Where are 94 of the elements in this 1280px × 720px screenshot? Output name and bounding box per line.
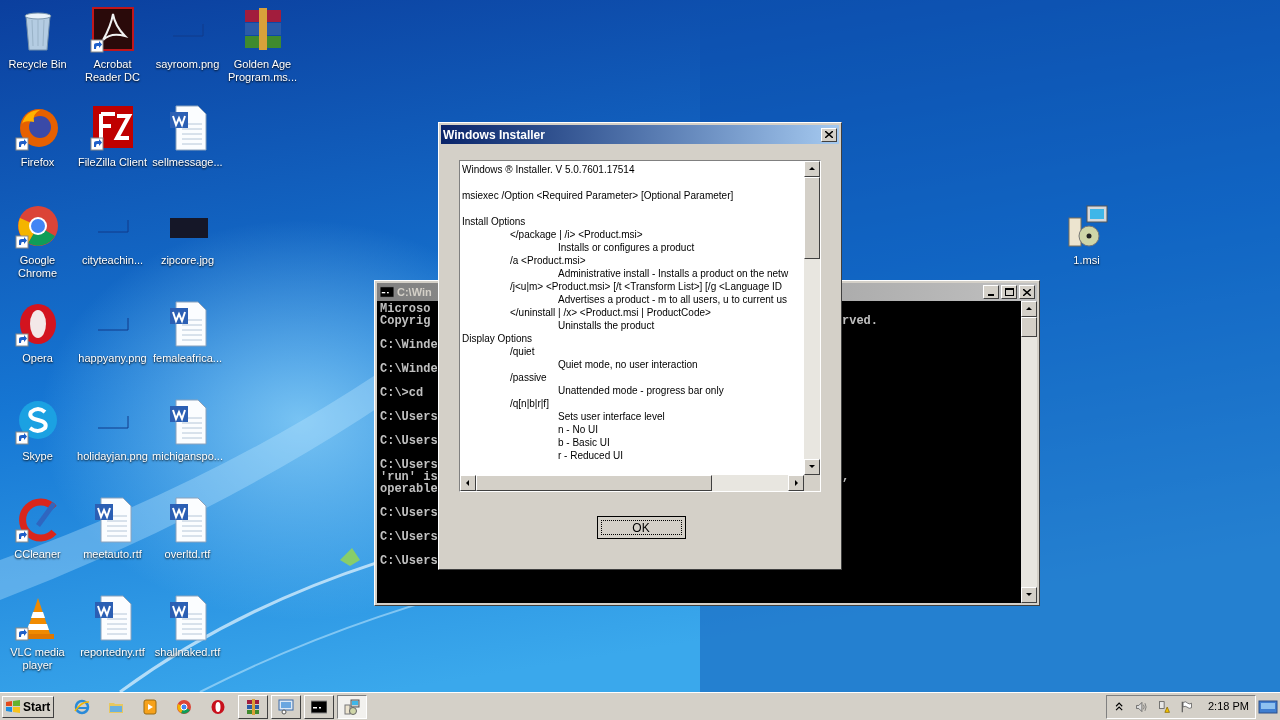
icon-label[interactable]: sayroom.png [155,58,220,71]
help-text-line: Quiet mode, no user interaction [557,358,699,371]
icon-label[interactable]: Acrobat Reader DC [75,58,150,84]
scroll-down-button[interactable] [1021,587,1037,603]
help-text-line: Windows ® Installer. V 5.0.7601.17514 [462,163,636,176]
scroll-thumb[interactable] [476,475,712,491]
start-button[interactable]: Start [2,695,54,718]
help-text-line: </uninstall | /x> <Product.msi | ProductCode> [509,306,712,319]
scroll-thumb[interactable] [804,177,820,259]
help-text-line: Unattended mode - progress bar only [557,384,725,397]
console-line: Microso [380,303,432,315]
clock[interactable]: 2:18 PM [1202,698,1249,715]
help-text-line: b - Basic UI [557,436,611,449]
command-prompt-icon [311,698,327,715]
help-text-line: /j<u|m> <Product.msi> [/t <Transform List>] [/g <Language ID [509,280,784,293]
maximize-icon [1004,288,1014,296]
show-desktop-icon[interactable] [1258,698,1278,715]
help-text-line: Sets user interface level [557,410,666,423]
help-text-line: r - Reduced UI [557,449,625,462]
help-text-line: /q[n|b|r|f] [509,397,550,410]
console-line: C:\Winde [380,363,439,375]
help-text-line: Advertises a product - m to all users, u to current us [557,293,788,306]
icon-label[interactable]: zipcore.jpg [160,254,215,267]
help-text-line: Display Options [462,332,534,345]
help-text-line: msiexec /Option <Required Parameter> [Optional Parameter] [462,189,735,202]
console-line: Copyrig [380,315,432,327]
console-line: C:\Winde [380,339,439,351]
icon-label[interactable]: Skype [22,450,53,463]
scroll-right-button[interactable] [788,475,804,491]
vertical-scrollbar[interactable] [804,161,820,475]
console-line: C:\Users [380,507,439,519]
icon-label[interactable]: cityteachin... [81,254,144,267]
console-line: C:\Users [380,411,439,423]
icon-label[interactable]: meetauto.rtf [83,548,142,561]
windows-logo-icon [5,699,21,714]
icon-label[interactable]: Firefox [20,156,55,169]
installer-package-icon [344,698,360,715]
minimize-icon [988,294,994,296]
icon-label[interactable]: Google Chrome [0,254,75,280]
close-icon [1023,288,1031,296]
help-text-line: Uninstalls the product [557,319,656,332]
console-line: rved. [842,315,878,327]
monitor-icon [278,698,294,715]
dialog-title: Windows Installer [443,126,545,144]
icon-label[interactable]: FileZilla Client [77,156,148,169]
command-prompt-icon [379,285,395,299]
icon-label[interactable]: overltd.rtf [164,548,211,561]
help-text-line: Installs or configures a product [557,241,696,254]
help-text-line: Administrative install - Installs a product on the netw [557,267,790,280]
icon-label[interactable]: sellmessage... [152,156,223,169]
flag-icon[interactable] [1179,698,1192,715]
maximize-button[interactable] [1001,285,1017,299]
icon-label[interactable]: reportedny.rtf [80,646,145,659]
vertical-scrollbar[interactable] [1021,301,1037,603]
icon-label[interactable]: Golden Age Program.ms... [225,58,300,84]
opera-icon[interactable] [210,698,226,715]
icon-label[interactable]: holidayjan.png [77,450,148,463]
horizontal-scrollbar[interactable] [460,475,804,491]
icon-label[interactable]: happyany.png [78,352,147,365]
help-text-line: /quiet [509,345,536,358]
console-line: operable [380,483,439,495]
window-title: C:\Win [397,284,432,300]
help-text-line: n - No UI [557,423,599,436]
help-text-line: /a <Product.msi> [509,254,587,267]
console-line: , [842,471,851,483]
help-text-line: Install Options [462,215,527,228]
console-line: C:\Users [380,435,439,447]
console-line: C:\Users [380,531,439,543]
help-text-line: </package | /i> <Product.msi> [509,228,644,241]
close-icon [825,131,833,138]
icon-label[interactable]: 1.msi [1073,254,1100,267]
network-warning-icon[interactable] [1157,698,1170,715]
help-text-line: /passive [509,371,548,384]
console-line: C:\Users [380,459,439,471]
media-player-icon[interactable] [142,698,158,715]
scroll-up-button[interactable] [804,161,820,177]
scroll-down-button[interactable] [804,459,820,475]
icon-label[interactable]: femaleafrica... [152,352,223,365]
scroll-left-button[interactable] [460,475,476,491]
icon-label[interactable]: Opera [22,352,53,365]
close-button[interactable] [821,127,837,142]
archive-books-icon [245,698,261,715]
scrollbar-corner [804,475,820,491]
icon-label[interactable]: Recycle Bin [8,58,67,71]
ok-button[interactable]: OK [596,516,686,539]
icon-label[interactable]: VLC media player [0,646,75,672]
console-line: C:\Users [380,555,439,567]
console-line: C:\>cd [380,387,425,399]
minimize-button[interactable] [983,285,999,299]
scroll-thumb[interactable] [1021,317,1037,337]
console-line: 'run' is [380,471,439,483]
scroll-up-button[interactable] [1021,301,1037,317]
chrome-icon[interactable] [176,698,192,715]
close-button[interactable] [1019,285,1035,299]
